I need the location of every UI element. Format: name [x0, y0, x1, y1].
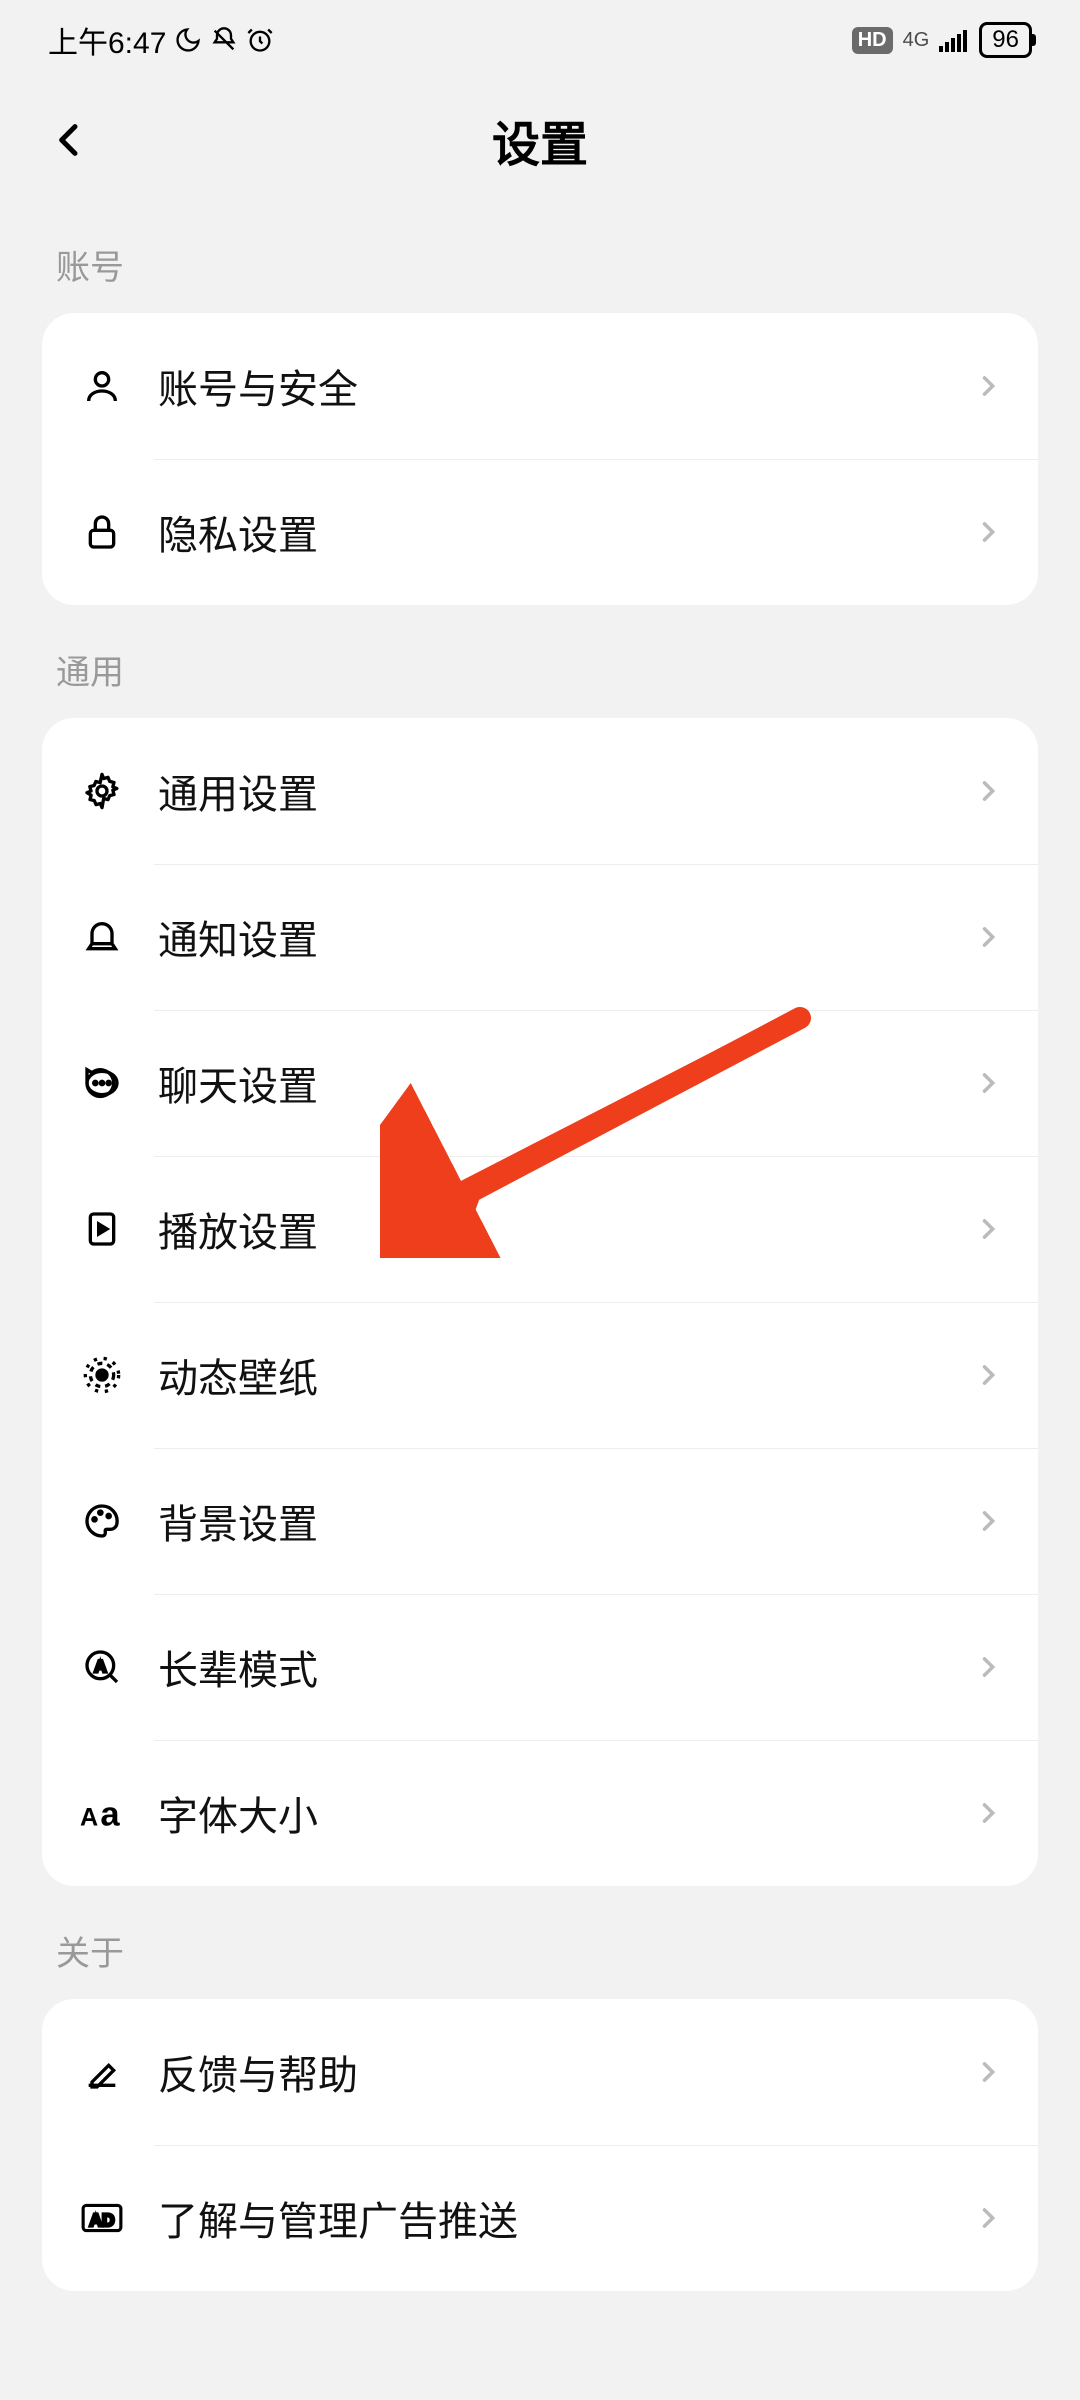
row-elder-mode[interactable]: A 长辈模式: [42, 1594, 1038, 1740]
chevron-right-icon: [974, 2204, 1002, 2232]
palette-icon: [78, 1497, 126, 1545]
chevron-right-icon: [974, 1361, 1002, 1389]
row-label: 通用设置: [158, 762, 974, 820]
battery-indicator: 96: [979, 22, 1032, 58]
svg-text:AD: AD: [90, 2210, 115, 2230]
section-general: 通用设置 通知设置 聊天设置 播放设置 动态壁纸 背景设置: [42, 718, 1038, 1886]
page-header: 设置: [0, 80, 1080, 200]
row-chat[interactable]: 聊天设置: [42, 1010, 1038, 1156]
chevron-right-icon: [974, 518, 1002, 546]
section-about: 反馈与帮助 AD 了解与管理广告推送: [42, 1999, 1038, 2291]
gear-icon: [78, 767, 126, 815]
section-header-account: 账号: [0, 200, 1080, 313]
row-label: 聊天设置: [158, 1054, 974, 1112]
row-playback[interactable]: 播放设置: [42, 1156, 1038, 1302]
magnify-a-icon: A: [78, 1643, 126, 1691]
chevron-right-icon: [974, 1799, 1002, 1827]
chevron-right-icon: [974, 777, 1002, 805]
row-label: 隐私设置: [158, 503, 974, 561]
row-notification[interactable]: 通知设置: [42, 864, 1038, 1010]
row-label: 长辈模式: [158, 1638, 974, 1696]
chevron-right-icon: [974, 1653, 1002, 1681]
user-icon: [78, 362, 126, 410]
row-label: 动态壁纸: [158, 1346, 974, 1404]
chevron-right-icon: [974, 372, 1002, 400]
row-privacy[interactable]: 隐私设置: [42, 459, 1038, 605]
status-time: 上午6:47: [48, 18, 166, 62]
signal-icon: [939, 28, 969, 52]
network-label: 4G: [903, 30, 930, 50]
svg-text:A: A: [80, 1804, 98, 1832]
bell-icon: [78, 913, 126, 961]
row-label: 反馈与帮助: [158, 2043, 974, 2101]
chevron-right-icon: [974, 1215, 1002, 1243]
lock-icon: [78, 508, 126, 556]
row-background[interactable]: 背景设置: [42, 1448, 1038, 1594]
row-label: 背景设置: [158, 1492, 974, 1550]
play-icon: [78, 1205, 126, 1253]
chevron-right-icon: [974, 1507, 1002, 1535]
section-account: 账号与安全 隐私设置: [42, 313, 1038, 605]
chat-icon: [78, 1059, 126, 1107]
svg-text:A: A: [94, 1657, 106, 1676]
alarm-icon: [246, 26, 274, 54]
row-label: 了解与管理广告推送: [158, 2189, 974, 2247]
row-live-wallpaper[interactable]: 动态壁纸: [42, 1302, 1038, 1448]
status-bar: 上午6:47 HD 4G 96: [0, 0, 1080, 80]
row-label: 播放设置: [158, 1200, 974, 1258]
moon-icon: [174, 26, 202, 54]
svg-text:a: a: [100, 1796, 120, 1833]
chevron-right-icon: [974, 2058, 1002, 2086]
hd-badge: HD: [852, 27, 893, 54]
row-general-settings[interactable]: 通用设置: [42, 718, 1038, 864]
font-size-icon: Aa: [78, 1789, 126, 1837]
back-button[interactable]: [40, 110, 100, 170]
row-feedback[interactable]: 反馈与帮助: [42, 1999, 1038, 2145]
page-title: 设置: [492, 105, 588, 175]
row-ads[interactable]: AD 了解与管理广告推送: [42, 2145, 1038, 2291]
edit-icon: [78, 2048, 126, 2096]
mute-icon: [210, 26, 238, 54]
live-wallpaper-icon: [78, 1351, 126, 1399]
section-header-about: 关于: [0, 1886, 1080, 1999]
row-font-size[interactable]: Aa 字体大小: [42, 1740, 1038, 1886]
row-label: 通知设置: [158, 908, 974, 966]
section-header-general: 通用: [0, 605, 1080, 718]
row-account-security[interactable]: 账号与安全: [42, 313, 1038, 459]
chevron-right-icon: [974, 1069, 1002, 1097]
row-label: 字体大小: [158, 1784, 974, 1842]
row-label: 账号与安全: [158, 357, 974, 415]
ad-icon: AD: [78, 2194, 126, 2242]
chevron-right-icon: [974, 923, 1002, 951]
